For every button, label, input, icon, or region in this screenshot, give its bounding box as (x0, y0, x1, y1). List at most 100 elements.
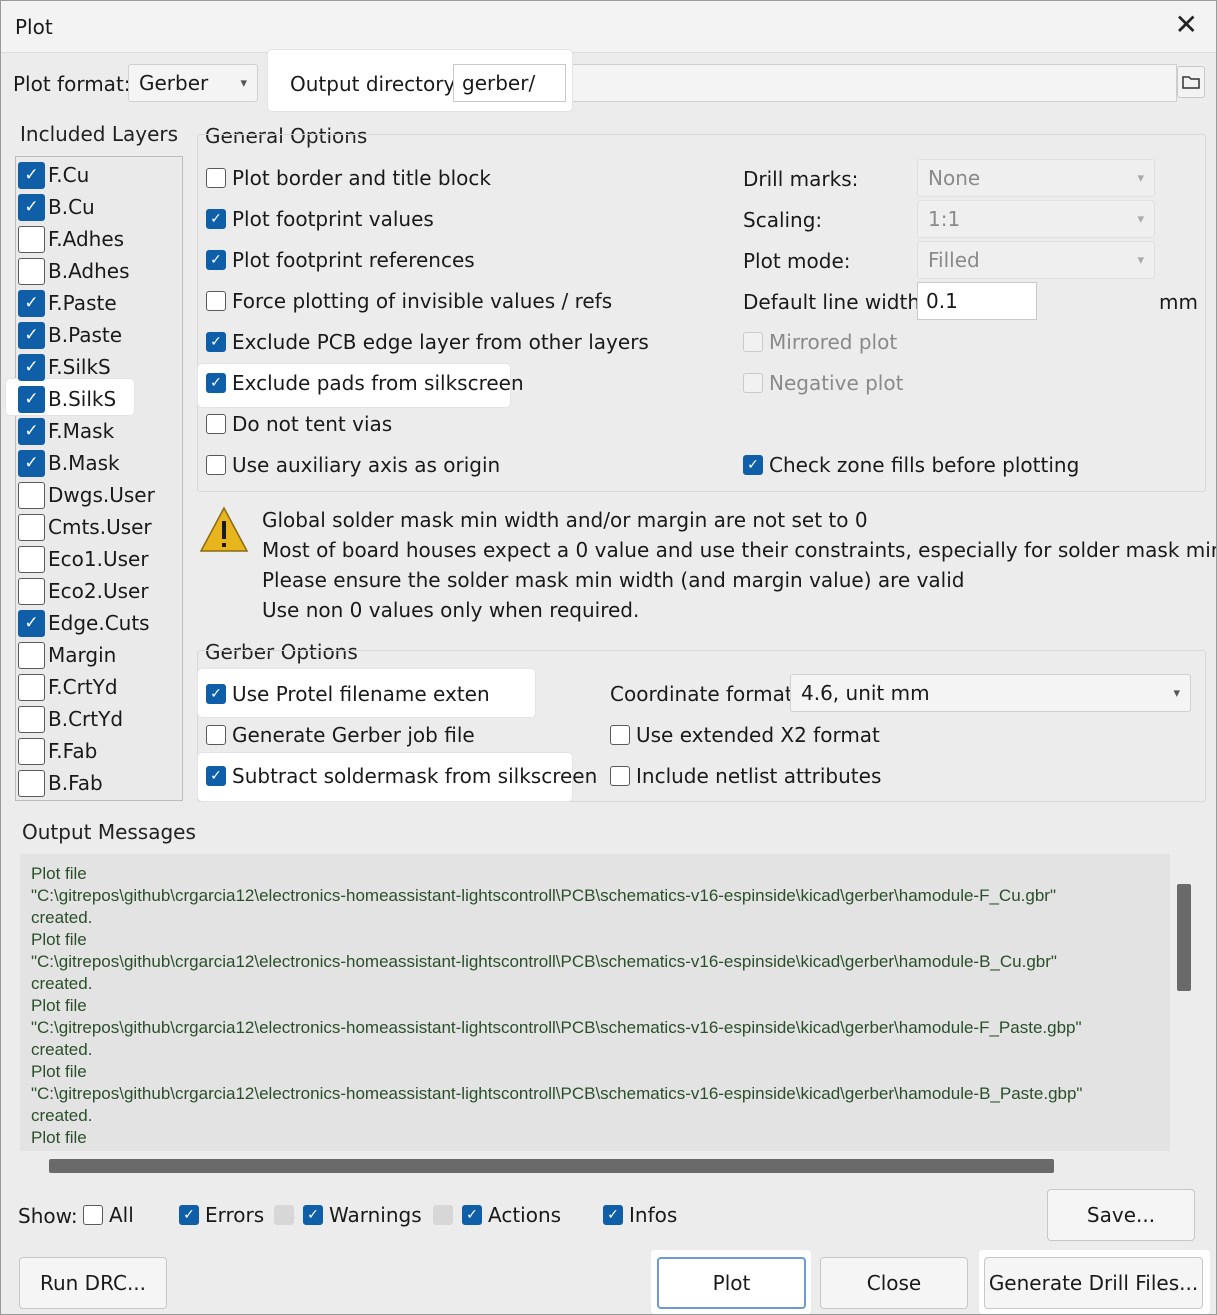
general-option-label: Plot footprint values (232, 207, 434, 231)
included-layers-title: Included Layers (20, 122, 179, 146)
plot-format-select[interactable]: Gerber ▾ (128, 64, 258, 102)
layer-item[interactable]: Eco1.User (18, 543, 149, 575)
run-drc-button[interactable]: Run DRC... (19, 1257, 167, 1309)
general-option-label: Do not tent vias (232, 412, 393, 436)
layer-item[interactable]: ✓ F.Mask (18, 415, 114, 447)
layer-item[interactable]: F.Fab (18, 735, 97, 767)
mirrored-plot-checkbox[interactable]: Mirrored plot (743, 330, 897, 354)
show-warnings-checkbox[interactable]: ✓ Warnings (303, 1203, 422, 1227)
vertical-scrollbar[interactable] (1177, 884, 1191, 991)
message-line: created. (31, 908, 93, 927)
output-dir-input[interactable]: gerber/ (453, 64, 566, 102)
layer-item[interactable]: Margin (18, 639, 116, 671)
extended-x2-checkbox[interactable]: Use extended X2 format (610, 723, 880, 747)
gerber-job-file-checkbox[interactable]: Generate Gerber job file (206, 723, 475, 747)
chevron-down-icon: ▾ (240, 75, 247, 91)
layer-label: Eco1.User (48, 547, 149, 571)
plot-mode-select[interactable]: Filled ▾ (917, 241, 1155, 279)
layer-item[interactable]: ✓ Edge.Cuts (18, 607, 150, 639)
check-icon: ✓ (18, 449, 45, 477)
general-option-label: Exclude pads from silkscreen (232, 371, 524, 395)
checkbox-box (206, 414, 226, 434)
layer-label: F.Cu (48, 163, 90, 187)
checkbox-box (206, 455, 226, 475)
checkbox-box (206, 291, 226, 311)
output-messages-panel[interactable]: Plot file "C:\gitrepos\github\crgarcia12\… (20, 854, 1170, 1151)
general-option-checkbox[interactable]: ✓ Plot footprint references (206, 248, 475, 272)
layer-label: Margin (48, 643, 117, 667)
warning-line-1: Global solder mask min width and/or marg… (262, 508, 868, 532)
checkbox-box (18, 257, 45, 285)
layer-item[interactable]: B.Fab (18, 767, 103, 799)
general-option-checkbox[interactable]: ✓ Exclude PCB edge layer from other layer… (206, 330, 649, 354)
horizontal-scrollbar[interactable] (49, 1159, 1054, 1173)
check-icon: ✓ (743, 455, 763, 475)
check-icon: ✓ (18, 417, 45, 445)
line-width-value: 0.1 (926, 289, 958, 313)
scaling-select[interactable]: 1:1 ▾ (917, 200, 1155, 238)
close-icon[interactable]: ✕ (1175, 11, 1198, 39)
checkbox-box (18, 577, 45, 605)
checkbox-box (610, 725, 630, 745)
layer-item[interactable]: ✓ F.Paste (18, 287, 117, 319)
general-option-checkbox[interactable]: Force plotting of invisible values / ref… (206, 289, 612, 313)
show-all-label: All (109, 1203, 134, 1227)
layer-item[interactable]: ✓ F.Cu (18, 159, 89, 191)
show-all-checkbox[interactable]: All (83, 1203, 134, 1227)
layer-item[interactable]: ✓ B.SilkS (18, 383, 116, 415)
layer-item[interactable]: Dwgs.User (18, 479, 155, 511)
netlist-attributes-checkbox[interactable]: Include netlist attributes (610, 764, 881, 788)
plot-button[interactable]: Plot (657, 1257, 806, 1309)
layer-item[interactable]: Eco2.User (18, 575, 149, 607)
close-button[interactable]: Close (820, 1257, 968, 1309)
layer-item[interactable]: F.CrtYd (18, 671, 118, 703)
general-option-checkbox[interactable]: Plot border and title block (206, 166, 491, 190)
check-zone-fills-checkbox[interactable]: ✓ Check zone fills before plotting (743, 453, 1079, 477)
general-option-checkbox[interactable]: Do not tent vias (206, 412, 392, 436)
drill-marks-select[interactable]: None ▾ (917, 159, 1155, 197)
negative-plot-checkbox[interactable]: Negative plot (743, 371, 903, 395)
warning-icon (199, 506, 249, 552)
browse-folder-button[interactable] (1177, 66, 1205, 98)
message-line: created. (31, 974, 93, 993)
show-actions-checkbox[interactable]: ✓ Actions (462, 1203, 561, 1227)
plot-format-label: Plot format: (13, 72, 131, 96)
layer-item[interactable]: Cmts.User (18, 511, 152, 543)
check-icon: ✓ (206, 766, 226, 786)
line-width-input[interactable]: 0.1 (917, 282, 1037, 320)
output-dir-value: gerber/ (462, 71, 536, 95)
show-errors-checkbox[interactable]: ✓ Errors (179, 1203, 264, 1227)
message-line: "C:\gitrepos\github\crgarcia12\electroni… (31, 1084, 1083, 1103)
layer-item[interactable]: B.Adhes (18, 255, 130, 287)
layer-item[interactable]: F.Adhes (18, 223, 124, 255)
layer-item[interactable]: ✓ B.Paste (18, 319, 122, 351)
layer-item[interactable]: B.CrtYd (18, 703, 123, 735)
layer-item[interactable]: ✓ F.SilkS (18, 351, 111, 383)
subtract-soldermask-checkbox[interactable]: ✓ Subtract soldermask from silkscreen (206, 764, 597, 788)
layer-label: F.Adhes (48, 227, 125, 251)
message-line: Plot file (31, 930, 87, 949)
checkbox-box (743, 373, 763, 393)
general-option-checkbox[interactable]: Use auxiliary axis as origin (206, 453, 500, 477)
general-option-checkbox[interactable]: ✓ Plot footprint values (206, 207, 434, 231)
check-icon: ✓ (18, 321, 45, 349)
generate-drill-files-button[interactable]: Generate Drill Files... (984, 1257, 1203, 1309)
plot-dialog: Plot ✕ Plot format: Gerber ▾ Output dire… (0, 0, 1217, 1315)
check-icon: ✓ (206, 684, 226, 704)
layer-item[interactable]: ✓ B.Cu (18, 191, 95, 223)
show-infos-checkbox[interactable]: ✓ Infos (603, 1203, 677, 1227)
coordinate-format-select[interactable]: 4.6, unit mm ▾ (790, 674, 1191, 712)
layer-item[interactable]: ✓ B.Mask (18, 447, 120, 479)
line-width-unit: mm (1159, 290, 1198, 314)
checkbox-box (18, 481, 45, 509)
general-option-checkbox[interactable]: ✓ Exclude pads from silkscreen (206, 371, 524, 395)
save-messages-button[interactable]: Save... (1047, 1189, 1195, 1241)
general-option-label: Plot border and title block (232, 166, 491, 190)
output-dir-label: Output directory: (290, 72, 461, 96)
protel-extension-checkbox[interactable]: ✓ Use Protel filename extensio (206, 682, 488, 706)
layer-label: F.SilkS (48, 355, 111, 379)
chevron-down-icon: ▾ (1173, 685, 1180, 701)
layer-label: F.Fab (48, 739, 98, 763)
layer-label: B.SilkS (48, 387, 117, 411)
checkbox-box (18, 769, 45, 797)
